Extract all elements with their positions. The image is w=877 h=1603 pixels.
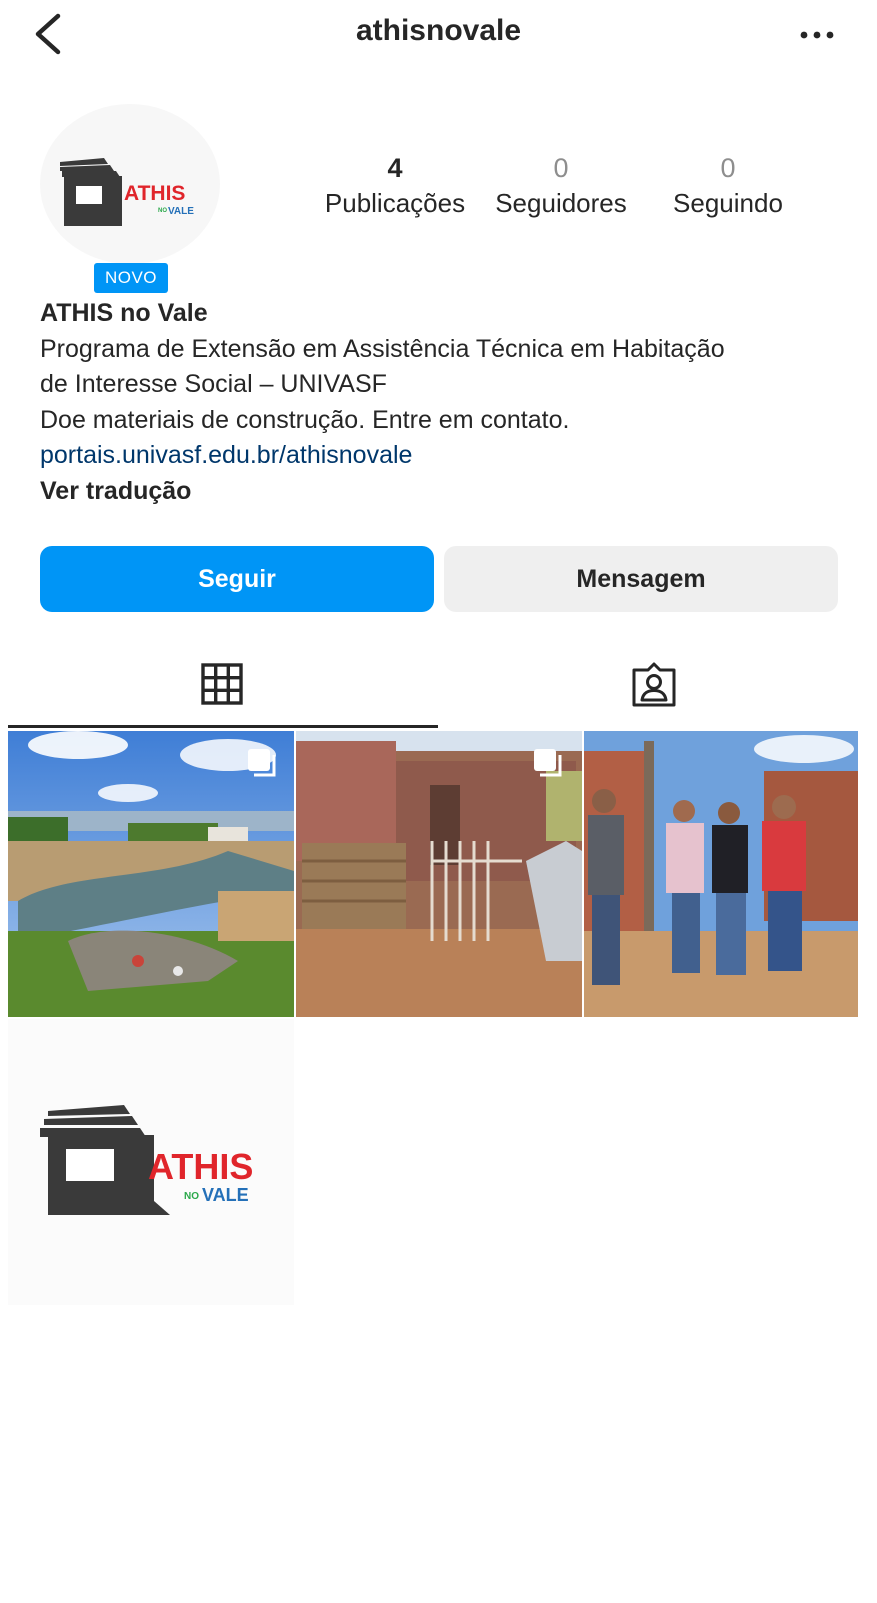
team-photo xyxy=(584,731,858,1017)
multiple-photos-icon xyxy=(534,749,562,777)
bio-line: Programa de Extensão em Assistência Técn… xyxy=(40,334,725,363)
posts-label: Publicações xyxy=(324,188,466,218)
following-label: Seguindo xyxy=(673,188,783,218)
tagged-person-icon xyxy=(632,662,676,707)
logo-sub-no: NO xyxy=(184,1191,199,1202)
profile-name: ATHIS no Vale xyxy=(40,299,208,327)
follow-button[interactable]: Seguir xyxy=(40,546,434,612)
logo-title: ATHIS xyxy=(148,1146,253,1187)
profile-link[interactable]: portais.univasf.edu.br/athisnovale xyxy=(40,438,840,474)
message-button[interactable]: Mensagem xyxy=(444,546,838,612)
logo-sub-vale: VALE xyxy=(168,206,194,217)
bio-line: Doe materiais de construção. Entre em co… xyxy=(40,405,570,434)
logo-sub-vale: VALE xyxy=(202,1185,249,1205)
tab-tagged[interactable] xyxy=(438,646,868,728)
see-translation-link[interactable]: Ver tradução xyxy=(40,474,840,510)
following-stat[interactable]: 0 Seguindo xyxy=(666,150,790,220)
posts-stat[interactable]: 4 Publicações xyxy=(320,150,470,220)
followers-stat[interactable]: 0 Seguidores xyxy=(488,150,634,220)
following-count: 0 xyxy=(720,153,736,183)
profile-bio: ATHIS no Vale Programa de Extensão em As… xyxy=(40,296,840,509)
athis-logo: ATHIS NO VALE xyxy=(60,158,194,226)
followers-label: Seguidores xyxy=(495,188,627,218)
bio-line: de Interesse Social – UNIVASF xyxy=(40,370,387,398)
profile-username: athisnovale xyxy=(355,14,522,47)
new-badge: NOVO xyxy=(94,263,168,293)
profile-avatar[interactable]: ATHIS NO VALE xyxy=(40,104,220,264)
post-thumbnail-house[interactable] xyxy=(296,731,582,1017)
post-thumbnail-riverbank[interactable] xyxy=(8,731,294,1017)
logo-title: ATHIS xyxy=(124,182,185,205)
post-thumbnail-team[interactable] xyxy=(584,731,858,1017)
tab-posts-grid[interactable] xyxy=(8,646,438,728)
grid-icon xyxy=(201,663,243,705)
more-horizontal-icon[interactable] xyxy=(792,20,842,50)
top-bar: athisnovale xyxy=(0,0,877,70)
athis-logo-post: ATHIS NO VALE xyxy=(40,1105,253,1215)
post-thumbnail-logo[interactable]: ATHIS NO VALE xyxy=(8,1019,294,1305)
followers-count: 0 xyxy=(553,153,569,183)
multiple-photos-icon xyxy=(248,749,276,777)
posts-count: 4 xyxy=(387,153,403,183)
logo-sub-no: NO xyxy=(158,208,167,214)
